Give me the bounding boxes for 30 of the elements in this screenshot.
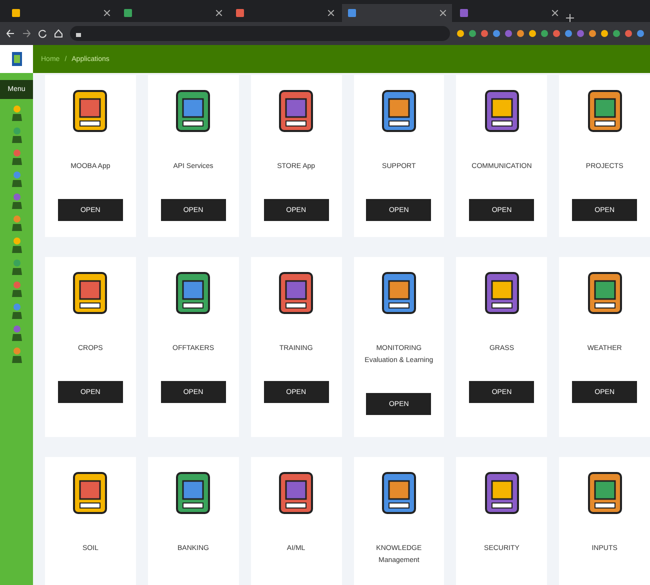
- favicon-icon: [236, 9, 244, 17]
- figure-icon[interactable]: [10, 325, 22, 341]
- figure-icon[interactable]: [10, 171, 22, 187]
- reload-icon[interactable]: [38, 29, 47, 38]
- figure-icon[interactable]: [10, 347, 22, 363]
- figure-icon[interactable]: [10, 127, 22, 143]
- lock-icon: [76, 30, 81, 36]
- favicon-icon: [460, 9, 468, 17]
- new-tab-icon[interactable]: [566, 14, 574, 22]
- logo-icon[interactable]: [12, 52, 22, 66]
- close-icon[interactable]: [440, 10, 446, 16]
- browser-tab[interactable]: [342, 4, 452, 22]
- forward-icon[interactable]: [22, 29, 31, 38]
- close-icon[interactable]: [104, 10, 110, 16]
- figure-icon[interactable]: [10, 215, 22, 231]
- figure-icon[interactable]: [10, 303, 22, 319]
- figure-icon[interactable]: [10, 149, 22, 165]
- home-icon[interactable]: [54, 29, 63, 38]
- figure-icon[interactable]: [10, 193, 22, 209]
- close-icon[interactable]: [552, 10, 558, 16]
- figure-icon[interactable]: [10, 105, 22, 121]
- close-icon[interactable]: [216, 10, 222, 16]
- close-icon[interactable]: [328, 10, 334, 16]
- favicon-icon: [124, 9, 132, 17]
- favicon-icon: [348, 9, 356, 17]
- favicon-icon: [12, 9, 20, 17]
- figure-icon[interactable]: [10, 281, 22, 297]
- figure-icon[interactable]: [10, 237, 22, 253]
- back-icon[interactable]: [6, 29, 15, 38]
- figure-icon[interactable]: [10, 259, 22, 275]
